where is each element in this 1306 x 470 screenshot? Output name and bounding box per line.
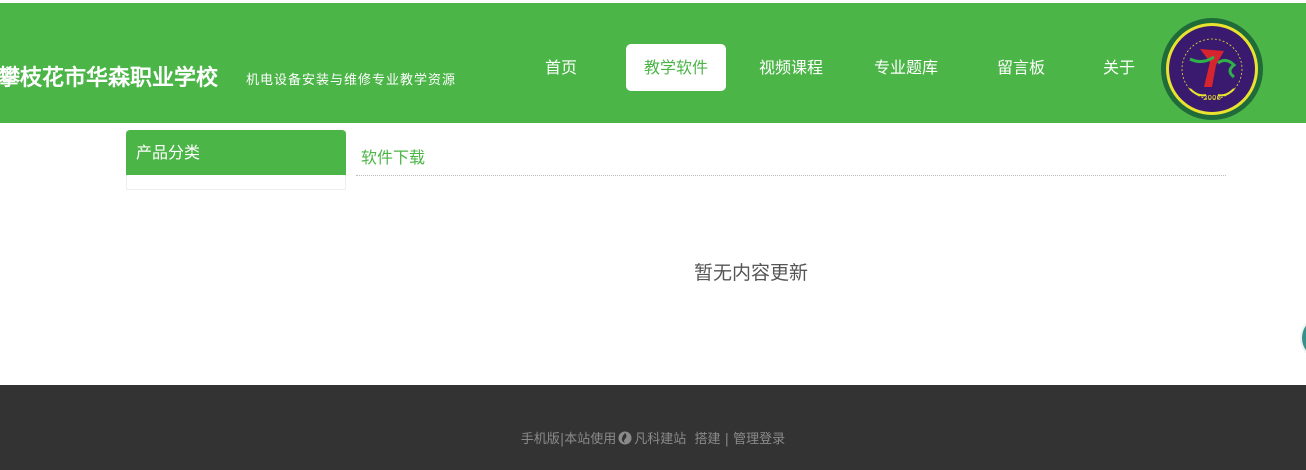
nav-item-message-board[interactable]: 留言板 — [981, 44, 1061, 91]
footer-built-text: 搭建 — [694, 432, 721, 447]
floating-service-button[interactable] — [1300, 318, 1306, 358]
content-divider — [356, 175, 1226, 176]
fanke-logo-icon — [618, 431, 632, 445]
footer-uses-prefix: |本站使用 — [559, 432, 617, 447]
nav-item-teaching-software[interactable]: 教学软件 — [626, 44, 726, 91]
site-subtitle: 机电设备安装与维修专业教学资源 — [246, 73, 457, 88]
empty-content-message: 暂无内容更新 — [693, 262, 808, 284]
sidebar-category-panel: 产品分类 — [126, 130, 346, 190]
site-footer: 手机版|本站使用 凡科建站 搭建 | 管理登录 — [0, 385, 1306, 470]
school-emblem-icon[interactable]: 2006 — [1160, 17, 1264, 121]
footer-builder-link[interactable]: 凡科建站 — [634, 432, 686, 447]
nav-item-question-bank[interactable]: 专业题库 — [862, 44, 950, 91]
sidebar-heading: 产品分类 — [126, 130, 346, 175]
emblem-year: 2006 — [1203, 94, 1221, 102]
footer-mobile-link[interactable]: 手机版 — [521, 432, 560, 447]
nav-item-video-courses[interactable]: 视频课程 — [748, 44, 834, 91]
footer-separator: | — [724, 432, 730, 447]
nav-item-about[interactable]: 关于 — [1096, 44, 1142, 91]
content-title: 软件下载 — [361, 148, 426, 167]
footer-links: 手机版|本站使用 凡科建站 搭建 | 管理登录 — [0, 428, 1306, 447]
nav-item-home[interactable]: 首页 — [521, 44, 601, 91]
site-title[interactable]: 攀枝花市华森职业学校 — [0, 60, 218, 92]
site-header: 攀枝花市华森职业学校 机电设备安装与维修专业教学资源 首页 教学软件 视频课程 … — [0, 3, 1306, 123]
footer-admin-login-link[interactable]: 管理登录 — [733, 432, 785, 447]
